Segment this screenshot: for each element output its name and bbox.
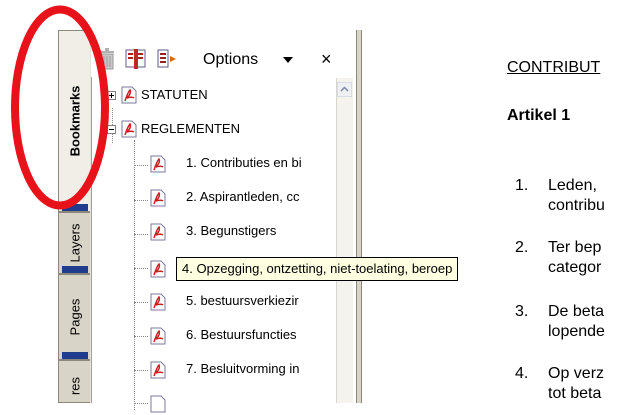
pdf-bookmark-icon	[150, 155, 166, 173]
document-heading: CONTRIBUT	[507, 59, 601, 76]
pdf-bookmark-icon	[150, 223, 166, 241]
tree-connector	[134, 403, 148, 405]
list-number: 4.	[515, 365, 529, 382]
chevron-down-icon[interactable]	[283, 57, 293, 63]
pdf-bookmark-icon	[150, 395, 166, 413]
list-number: 3.	[515, 303, 529, 320]
options-menu-button[interactable]: Options	[203, 51, 258, 69]
tree-item-label: STATUTEN	[141, 87, 208, 102]
tab-layers-label: Layers	[67, 223, 82, 263]
tree-item-7[interactable]: 7. Besluitvorming in	[150, 359, 336, 381]
list-text: Leden,	[548, 177, 597, 194]
tree-item-label: 7. Besluitvorming in	[186, 361, 300, 376]
tree-item-label: 6. Bestuursfuncties	[186, 327, 297, 342]
bookmark-icon[interactable]	[125, 48, 147, 70]
pdf-bookmark-icon	[121, 86, 137, 104]
pdf-bookmark-icon	[150, 293, 166, 311]
pdf-bookmark-icon	[150, 260, 166, 278]
new-bookmark-icon[interactable]	[157, 48, 179, 70]
list-text: tot beta	[548, 385, 602, 402]
tree-item-6[interactable]: 6. Bestuursfuncties	[150, 325, 336, 347]
list-number: 2.	[515, 239, 529, 256]
tab-more-label: res	[67, 376, 82, 395]
tree-connector	[134, 336, 148, 338]
tree-connector	[134, 370, 148, 372]
pdf-bookmark-icon	[150, 361, 166, 379]
list-text: categor	[548, 259, 602, 276]
tree-item-statuten[interactable]: STATUTEN	[107, 85, 337, 107]
document-article-title: Artikel 1	[507, 107, 571, 124]
tree-connector	[134, 165, 148, 167]
red-highlight-ellipse	[11, 5, 109, 210]
list-text: Ter bep	[548, 239, 602, 256]
tree-item-5[interactable]: 5. bestuursverkiezir	[150, 291, 336, 313]
bookmark-tooltip: 4. Opzegging, ontzetting, niet-toelating…	[176, 257, 459, 281]
tree-connector	[134, 200, 148, 202]
tab-pages[interactable]: Pages	[58, 274, 90, 360]
tree-connector	[134, 302, 148, 304]
list-text: De beta	[548, 303, 605, 320]
tree-item-label: 2. Aspirantleden, cc	[186, 189, 300, 204]
tree-item-label: 1. Contributies en bi	[186, 155, 302, 170]
list-text: contribu	[548, 197, 605, 214]
tree-item-label: REGLEMENTEN	[141, 121, 240, 136]
tree-item-label: 3. Begunstigers	[186, 223, 277, 238]
tab-more[interactable]: res	[58, 360, 90, 403]
tab-layers-indicator	[62, 266, 88, 273]
tree-item-label: 5. bestuursverkiezir	[186, 293, 299, 308]
pdf-bookmark-icon	[150, 327, 166, 345]
bookmarks-toolbar: Options ×	[91, 43, 366, 77]
tree-item-3[interactable]: 3. Begunstigers	[150, 221, 336, 243]
tree-item-2[interactable]: 2. Aspirantleden, cc	[150, 187, 336, 209]
tree-connector	[134, 234, 148, 236]
tree-item-reglementen[interactable]: REGLEMENTEN	[107, 119, 337, 141]
tree-connector	[134, 268, 148, 270]
tab-pages-indicator	[62, 352, 88, 359]
tree-item-8[interactable]	[150, 393, 190, 415]
list-number: 1.	[515, 177, 529, 194]
tab-pages-label: Pages	[67, 298, 82, 336]
tree-scrollbar[interactable]	[336, 78, 353, 403]
pdf-bookmark-icon	[121, 120, 137, 138]
list-text: lopende	[548, 323, 605, 340]
scroll-up-icon[interactable]	[337, 82, 352, 97]
list-text: Op verz	[548, 365, 605, 382]
document-view: CONTRIBUT Artikel 1 1. Leden, contribu 2…	[362, 30, 622, 403]
tab-layers[interactable]: Layers	[58, 212, 90, 274]
tree-item-1[interactable]: 1. Contributies en bi	[150, 153, 336, 175]
pdf-bookmark-icon	[150, 189, 166, 207]
close-icon[interactable]: ×	[321, 49, 332, 70]
